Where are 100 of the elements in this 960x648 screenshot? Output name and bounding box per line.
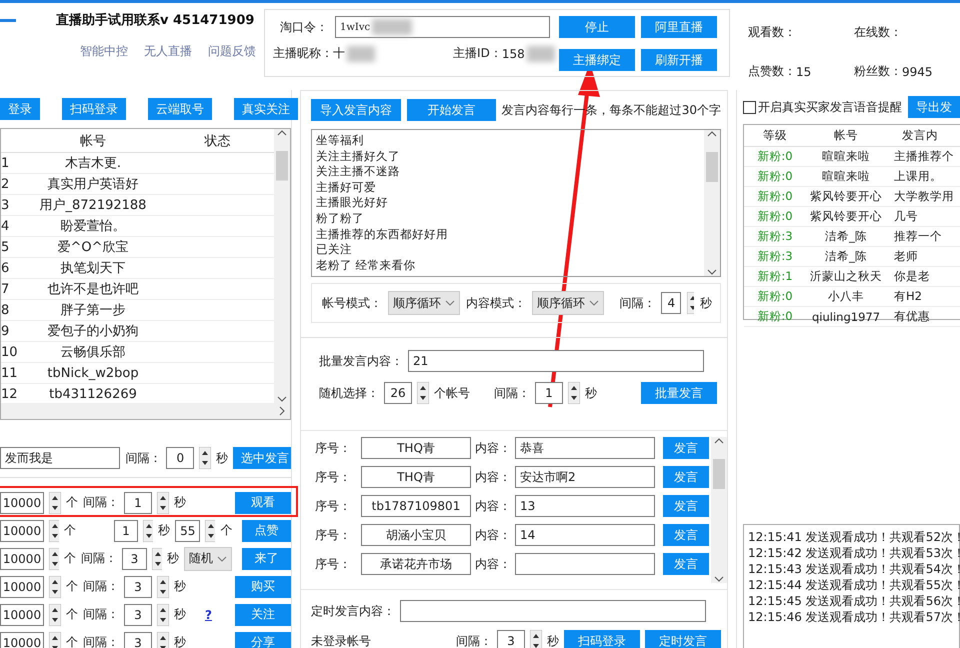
label-text: 序号： — [315, 498, 351, 514]
account-field[interactable]: 胡涵小宝贝 — [361, 524, 471, 546]
row-number: 2 — [1, 176, 10, 192]
label-text: 间隔： — [619, 294, 656, 312]
label-text: 序号： — [315, 556, 351, 572]
table-cell-text: 新粉:0 — [756, 309, 794, 324]
label-text: 间隔： — [83, 634, 119, 648]
number-field[interactable]: 10000 — [0, 604, 44, 626]
log-line: 12:15:46 发送观看成功！共观看57次！ — [748, 609, 959, 625]
account-field[interactable]: 承诺花卉市场 — [361, 553, 471, 575]
label-text: 粉丝数： — [854, 63, 902, 80]
comment-field[interactable]: 发而我是 — [0, 447, 120, 469]
table-cell-text: tbNick_w2bop — [46, 366, 140, 380]
row-number: 5 — [1, 240, 10, 254]
number-field[interactable]: 10000 — [0, 520, 44, 542]
content-field[interactable]: 安达市啊2 — [515, 466, 655, 488]
column-header[interactable]: 帐号 — [25, 132, 161, 150]
log-line: 12:15:41 发送观看成功！共观看52次！ — [748, 529, 959, 545]
account-field[interactable]: THQ青 — [361, 466, 471, 488]
row-number: 8 — [1, 302, 10, 318]
number-field[interactable]: 1 — [114, 520, 138, 542]
row-number: 12 — [1, 386, 19, 402]
number-field[interactable]: 1 — [535, 382, 563, 404]
number-field[interactable]: 3 — [124, 632, 152, 648]
number-field[interactable]: 10000 — [0, 632, 44, 648]
row-number: 3 — [1, 198, 10, 212]
account-field[interactable]: THQ青 — [361, 437, 471, 459]
list-line: 坐等福利 — [316, 133, 365, 149]
label-text: 间隔： — [494, 384, 530, 402]
column-header[interactable]: 帐号 — [806, 128, 886, 143]
label-text: 秒 — [585, 384, 597, 402]
table-cell-text: 盼爱萱怡。 — [60, 218, 126, 235]
list-line: 关注主播好久了 — [316, 148, 401, 164]
list-line: 主播眼光好好 — [316, 195, 389, 211]
table-cell-text: 执笔划天下 — [60, 260, 126, 277]
content-field[interactable]: 13 — [515, 495, 655, 517]
label-text: 内容： — [475, 468, 511, 486]
label-text: 内容： — [475, 440, 511, 456]
nav-tab[interactable]: 问题反馈 — [208, 43, 256, 60]
table-cell-text: 小八丰 — [827, 289, 865, 304]
number-field[interactable]: 4 — [661, 292, 682, 314]
code-field[interactable]: 1wIvc — [335, 16, 550, 38]
table-cell-text: 也许不是也许吧 — [46, 281, 140, 298]
column-header[interactable]: 发言内 — [886, 128, 960, 143]
number-field[interactable]: 10000 — [0, 576, 44, 598]
table-cell-text: 沂蒙山之秋天 — [809, 269, 883, 284]
table-cell-text: 有优惠 — [893, 309, 931, 324]
number-field[interactable]: 10000 — [0, 492, 44, 514]
label-text: 序号： — [315, 440, 351, 456]
column-header[interactable]: 状态 — [161, 132, 274, 150]
number-field[interactable]: 26 — [384, 382, 412, 404]
label-text: 个 — [66, 578, 78, 595]
label-text: 秒 — [174, 578, 186, 595]
number-field[interactable]: 3 — [497, 630, 525, 648]
number-field[interactable]: 3 — [124, 576, 152, 598]
label-text: 间隔： — [83, 606, 119, 623]
table-cell-text: 主播推荐个 — [893, 149, 955, 164]
label-text: 观看数： — [748, 24, 796, 41]
row-number: 9 — [1, 324, 10, 338]
checkbox-label: 开启真实买家发言语音提醒 — [758, 98, 902, 116]
number-field[interactable]: 3 — [122, 548, 147, 570]
table-cell-text: 紫风铃要开心 — [809, 189, 883, 204]
number-field[interactable]: 10000 — [0, 548, 44, 570]
column-header[interactable]: 等级 — [744, 128, 806, 143]
table-cell-text: 洁希_陈 — [824, 229, 868, 244]
number-field[interactable]: 3 — [124, 604, 152, 626]
dropdown[interactable]: 顺序循环 — [388, 291, 460, 315]
label-text: 个 — [66, 634, 78, 648]
label-text: 间隔： — [83, 578, 119, 595]
number-field[interactable]: 55 — [175, 520, 200, 542]
table-cell-text: 大学教学用 — [893, 189, 955, 204]
label-text: 秒 — [216, 450, 228, 466]
number-field[interactable]: 0 — [166, 447, 194, 469]
label-text: 间隔： — [125, 450, 162, 466]
label-text: 内容： — [475, 556, 511, 572]
label-text: 内容： — [475, 526, 511, 544]
status-text: 未登录帐号 — [311, 632, 371, 648]
list-line: 老粉了 经常来看你 — [316, 258, 417, 274]
nav-tab[interactable]: 智能中控 — [80, 43, 128, 60]
table-cell-text: 新粉:3 — [756, 249, 794, 264]
nav-tab[interactable]: 无人直播 — [144, 43, 192, 60]
label-text: 内容模式： — [466, 294, 526, 312]
dropdown[interactable]: 顺序循环 — [532, 291, 604, 315]
batch-content-field[interactable]: 21 — [408, 350, 704, 372]
dropdown[interactable]: 随机 — [184, 546, 232, 570]
table-cell-text: 新粉:0 — [756, 289, 794, 304]
list-line: 主播推荐的东西都好好用 — [316, 226, 449, 242]
table-cell-text: 新粉:1 — [756, 269, 794, 284]
row-number: 10 — [1, 344, 19, 360]
content-field[interactable]: 恭喜 — [515, 437, 655, 459]
label-text: 定时发言内容： — [311, 602, 395, 620]
label-text: 秒 — [174, 606, 186, 623]
account-field[interactable]: tb1787109801 — [361, 495, 471, 517]
comment-list-box[interactable]: 坐等福利 关注主播好久了 关注主播不迷路 主播好可爱 主播眼光好好 粉了粉了 主播推荐的东西都好好用 已关注 老粉了 经常来看你 — [311, 129, 721, 277]
help-link[interactable]: ? — [205, 608, 212, 622]
table-cell-text: 洁希_陈 — [824, 249, 868, 264]
label-text: 间隔： — [456, 632, 492, 648]
content-field[interactable]: 14 — [515, 524, 655, 546]
number-field[interactable]: 1 — [124, 492, 152, 514]
table-cell-text: 暄暄来啦 — [821, 169, 871, 184]
